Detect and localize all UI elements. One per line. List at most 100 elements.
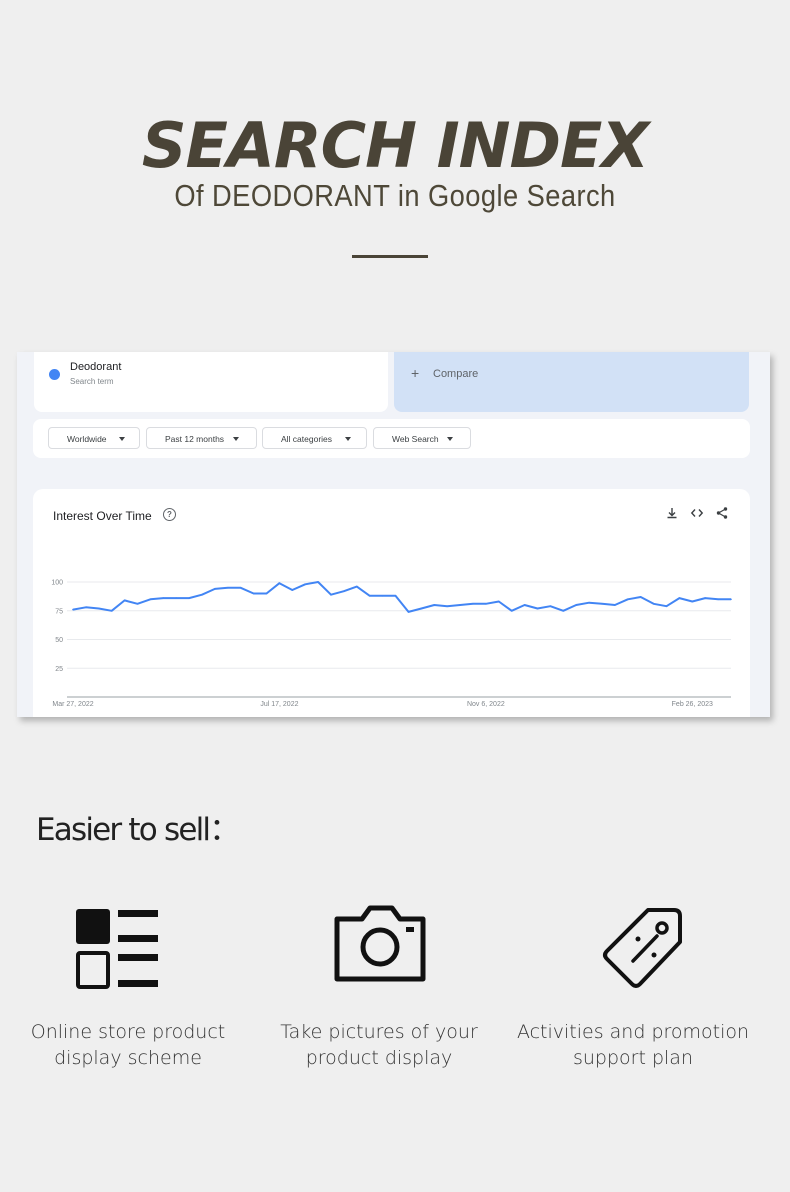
data-point [356,585,358,588]
feature-store-display: Online store product display scheme [3,1019,253,1071]
data-point [330,593,332,596]
data-point [343,590,345,592]
x-tick-label: Jul 17, 2022 [260,701,298,708]
filter-category[interactable]: All categories [262,427,367,449]
filter-search-type-label: Web Search [392,434,439,444]
data-point [110,610,113,612]
data-point [291,589,294,591]
camera-icon [334,905,426,982]
hero-subtitle: Of DEODORANT in Google Search [174,178,616,213]
price-tag-icon [603,908,682,988]
filter-bar: Worldwide Past 12 months All categories … [33,419,750,458]
data-point [201,593,203,596]
data-point [536,607,539,610]
feature-label-line: display scheme [54,1047,202,1069]
feature-promotion-support: Activities and promotion support plan [508,1019,758,1071]
data-point [498,600,500,603]
data-point [265,592,268,595]
compare-label: Compare [433,368,479,380]
y-tick-label: 100 [51,580,63,587]
data-point [446,605,449,607]
term-color-dot [49,369,60,380]
google-trends-panel: Deodorant Search term + Compare Worldwid… [17,352,770,717]
data-point [472,603,474,605]
data-point [614,604,616,606]
feature-label-line: product display [305,1047,453,1069]
data-point [304,583,307,586]
x-tick-label: Mar 27, 2022 [52,701,93,708]
x-tick-label: Feb 26, 2023 [672,701,713,708]
feature-label-line: Take pictures of your [280,1021,478,1043]
data-point [523,604,526,606]
plus-icon: + [411,365,420,381]
filter-search-type[interactable]: Web Search [373,427,471,449]
data-point [149,598,152,601]
compare-button[interactable]: + Compare [394,352,749,412]
data-point [433,604,436,606]
data-point [136,603,139,605]
data-point [459,604,461,606]
filter-time-label: Past 12 months [165,434,225,444]
y-tick-label: 50 [55,637,63,644]
data-point [588,601,590,604]
data-point [278,582,281,584]
data-point [98,607,100,610]
x-tick-label: Nov 6, 2022 [467,701,505,708]
search-term-card[interactable]: Deodorant Search term [34,352,388,412]
data-point [188,597,190,599]
data-point [627,598,629,601]
feature-label-line: support plan [572,1047,693,1069]
data-point [730,598,732,601]
data-point [575,604,577,606]
hero-title: SEARCH INDEX [141,109,649,182]
data-point [85,606,87,609]
data-point [394,595,397,597]
caret-down-icon [233,437,239,441]
series-line-deodorant [72,581,731,613]
data-point [601,603,603,605]
hero-divider [352,255,428,258]
data-point [162,597,165,599]
data-point [485,603,487,605]
data-point [214,588,216,590]
data-point [381,595,384,597]
data-point [665,605,668,607]
data-point [510,610,513,612]
data-point [717,598,719,601]
data-point [175,597,177,599]
data-point [420,607,423,610]
interest-line-chart: 25 50 75 100 Mar 27, 2022 Jul 17, 2022 Nov 6, … [51,580,732,708]
filter-time-range[interactable]: Past 12 months [146,427,257,449]
data-point [123,599,126,602]
caret-down-icon [119,437,125,441]
data-point [368,595,371,597]
section-title: Easier to sell： [36,812,240,848]
data-point [239,587,242,589]
y-tick-label: 75 [55,608,63,615]
data-point [704,597,706,599]
interest-over-time-card: Interest Over Time ? 25 50 75 100 Mar 27, 20… [33,489,750,717]
data-point [227,587,229,589]
caret-down-icon [447,437,453,441]
y-tick-label: 25 [55,666,63,673]
filter-category-label: All categories [281,434,333,444]
filter-region-label: Worldwide [67,434,107,444]
data-point [691,600,694,603]
data-point [562,610,565,612]
data-point [639,596,642,598]
caret-down-icon [345,437,351,441]
search-term-type: Search term [70,377,114,386]
data-point [252,592,255,595]
data-point [678,597,681,599]
feature-label-line: Activities and promotion [516,1021,750,1043]
data-point [317,581,319,583]
data-point [549,605,552,607]
feature-product-photos: Take pictures of your product display [254,1019,504,1071]
data-point [407,611,410,613]
filter-region[interactable]: Worldwide [48,427,140,449]
feature-label-line: Online store product [30,1021,226,1043]
search-term-name: Deodorant [70,361,122,373]
data-point [652,603,655,605]
layout-grid-icon [76,909,158,989]
data-point [72,608,74,611]
